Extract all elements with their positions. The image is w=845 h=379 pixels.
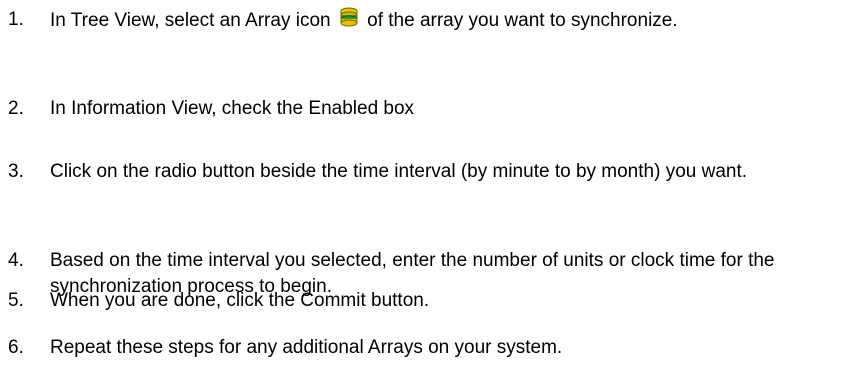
step-text: In Information View, check the Enabled b… [50, 98, 415, 119]
step-text: In Tree View, select an Array icon of th… [50, 7, 830, 34]
step-text-before-icon: In Tree View, select an Array icon [50, 10, 331, 31]
step-number: 3. [8, 161, 24, 182]
step-number: 1. [8, 9, 24, 30]
step-text-after-icon: of the array you want to synchronize. [367, 10, 678, 31]
step-number: 6. [8, 337, 24, 358]
step-text: Repeat these steps for any additional Ar… [50, 337, 563, 358]
step-number: 5. [8, 290, 24, 311]
step-text: Click on the radio button beside the tim… [50, 161, 748, 182]
step-number: 2. [8, 98, 24, 119]
instruction-list: 1. In Tree View, select an Array icon of… [0, 0, 845, 379]
step-text: When you are done, click the Commit butt… [50, 290, 430, 311]
array-icon [338, 7, 360, 29]
step-number: 4. [8, 250, 24, 271]
